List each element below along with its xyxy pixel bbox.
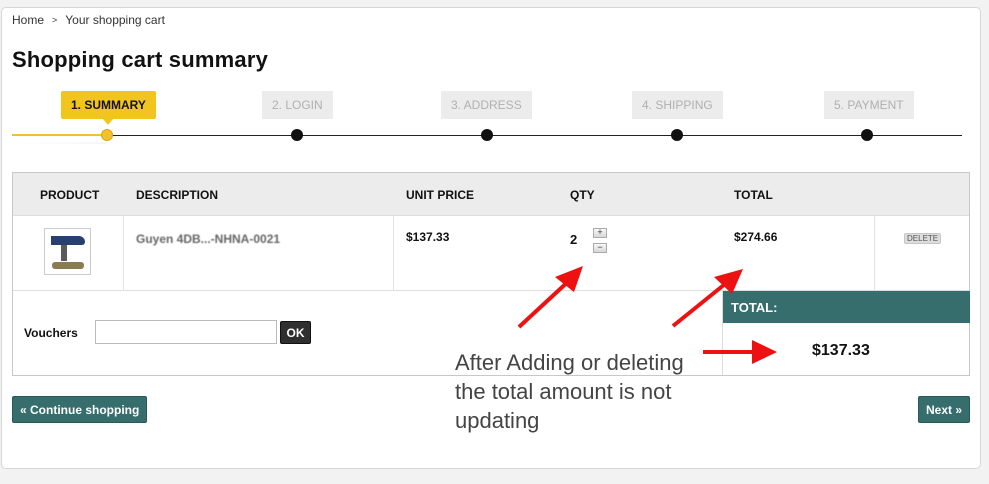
voucher-input[interactable] xyxy=(95,320,277,344)
quantity-increase-button[interactable]: + xyxy=(593,228,607,238)
voucher-ok-button[interactable]: OK xyxy=(280,321,311,344)
steps-progress-shadow xyxy=(12,142,107,144)
page-title: Shopping cart summary xyxy=(12,47,269,72)
product-image-handle xyxy=(52,262,84,269)
total-amount: $137.33 xyxy=(812,342,870,359)
step-login[interactable]: 2. LOGIN xyxy=(262,91,333,119)
column-divider xyxy=(123,216,124,291)
annotation-line: After Adding or deleting xyxy=(455,350,684,375)
annotation-line: the total amount is not xyxy=(455,379,672,404)
header-total: TOTAL xyxy=(734,188,773,202)
vouchers-label: Vouchers xyxy=(24,326,78,340)
step-dot-summary xyxy=(101,129,113,141)
product-image-blade xyxy=(51,236,85,245)
step-address[interactable]: 3. ADDRESS xyxy=(441,91,532,119)
step-dot-address xyxy=(481,129,493,141)
header-description: DESCRIPTION xyxy=(136,188,219,202)
quantity-value: 2 xyxy=(570,232,578,247)
step-summary[interactable]: 1. SUMMARY xyxy=(61,91,156,125)
header-product: PRODUCT xyxy=(40,188,100,202)
steps-progress-line xyxy=(12,134,107,136)
total-label: TOTAL: xyxy=(723,291,970,323)
product-image-body xyxy=(61,245,67,261)
next-button[interactable]: Next » xyxy=(918,396,970,423)
header-unit-price: UNIT PRICE xyxy=(406,188,475,202)
breadcrumb-current: Your shopping cart xyxy=(65,13,165,27)
product-thumbnail[interactable] xyxy=(44,228,91,275)
continue-shopping-button[interactable]: « Continue shopping xyxy=(12,396,148,423)
step-dot-login xyxy=(291,129,303,141)
delete-button[interactable]: DELETE xyxy=(904,233,942,244)
step-dot-shipping xyxy=(671,129,683,141)
cart-total-box: TOTAL: $137.33 xyxy=(722,291,970,375)
quantity-decrease-button[interactable]: − xyxy=(593,243,607,253)
annotation-line: updating xyxy=(455,408,540,433)
annotation-text: After Adding or deleting the total amoun… xyxy=(455,348,695,435)
step-payment[interactable]: 5. PAYMENT xyxy=(824,91,914,119)
product-description[interactable]: Guyen 4DB...-NHNA-0021 xyxy=(136,232,280,246)
unit-price: $137.33 xyxy=(406,230,450,244)
checkout-steps: 1. SUMMARY 2. LOGIN 3. ADDRESS 4. SHIPPI… xyxy=(12,90,962,150)
breadcrumb: Home > Your shopping cart xyxy=(12,13,165,27)
column-divider xyxy=(393,216,394,291)
breadcrumb-separator: > xyxy=(52,15,58,25)
breadcrumb-home-link[interactable]: Home xyxy=(12,13,44,27)
row-total: $274.66 xyxy=(734,230,778,244)
cart-table-header: PRODUCT DESCRIPTION UNIT PRICE QTY TOTAL xyxy=(13,173,969,216)
header-qty: QTY xyxy=(570,188,595,202)
column-divider xyxy=(874,216,875,291)
cart-table: PRODUCT DESCRIPTION UNIT PRICE QTY TOTAL… xyxy=(12,172,970,376)
table-row: Guyen 4DB...-NHNA-0021 $137.33 2 + − $27… xyxy=(13,216,969,291)
step-dot-payment xyxy=(861,129,873,141)
step-shipping[interactable]: 4. SHIPPING xyxy=(632,91,723,119)
